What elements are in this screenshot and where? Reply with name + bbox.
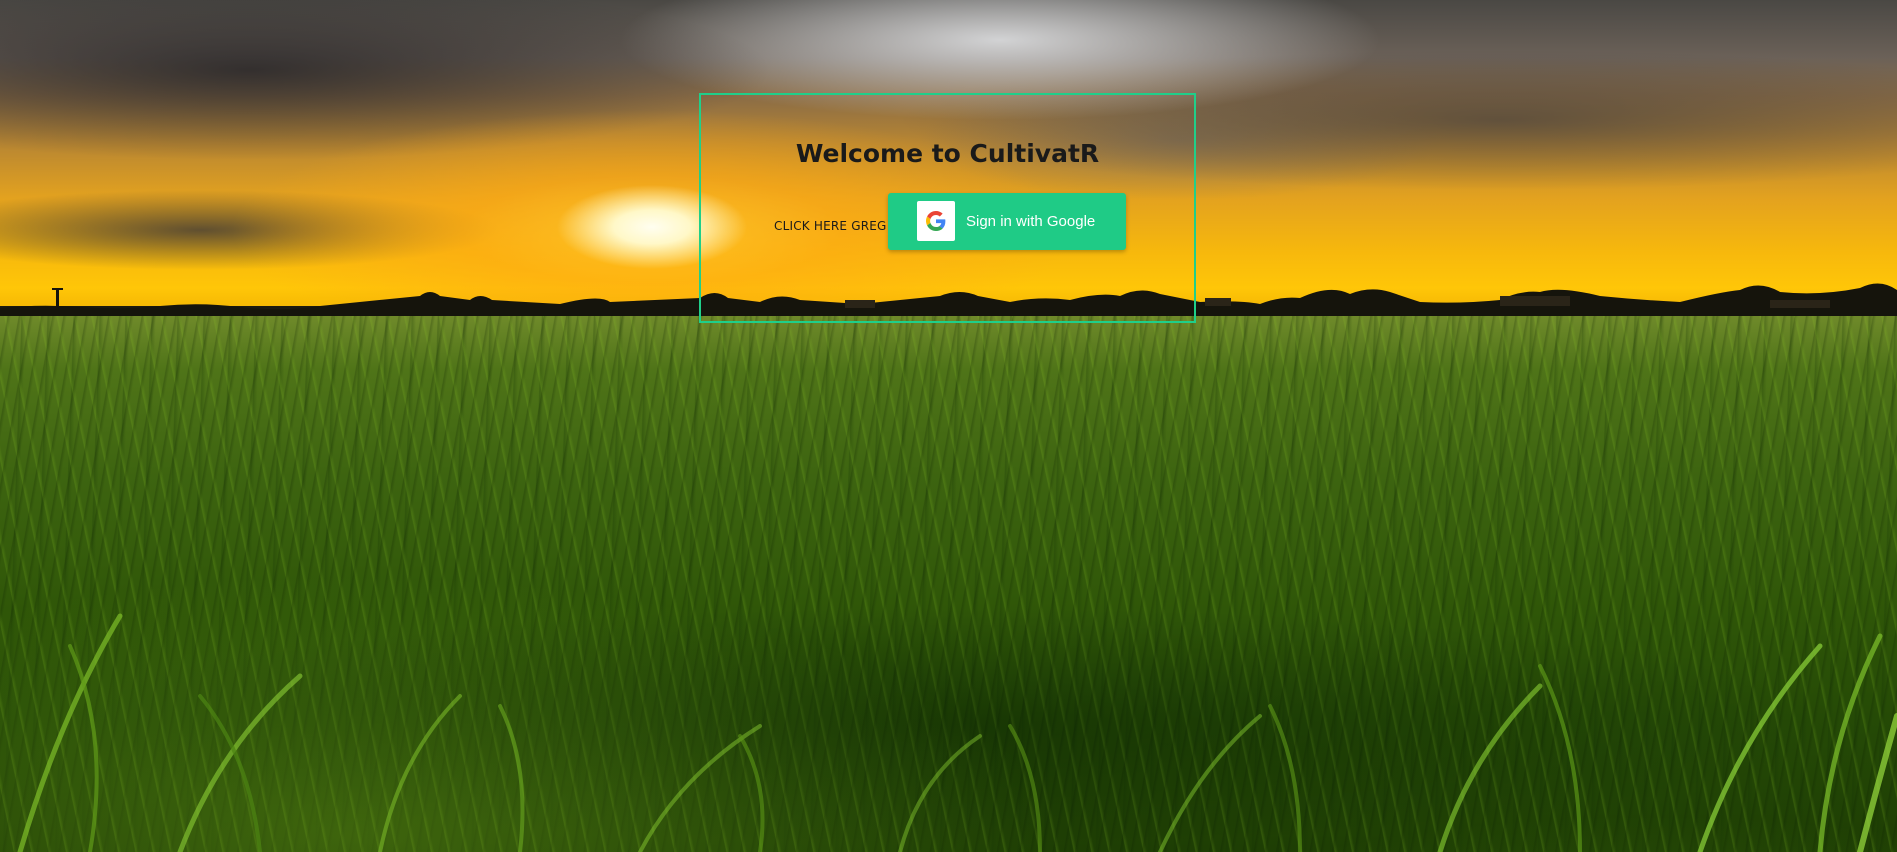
google-g-icon	[917, 201, 955, 241]
click-here-text: CLICK HERE GREG	[774, 219, 887, 233]
login-panel: Welcome to CultivatR CLICK HERE GREG Sig…	[699, 93, 1196, 323]
page-title: Welcome to CultivatR	[795, 139, 1100, 168]
google-sign-in-button[interactable]: Sign in with Google	[888, 193, 1126, 250]
google-sign-in-label: Sign in with Google	[966, 213, 1096, 230]
grass-blades	[17, 613, 1897, 852]
